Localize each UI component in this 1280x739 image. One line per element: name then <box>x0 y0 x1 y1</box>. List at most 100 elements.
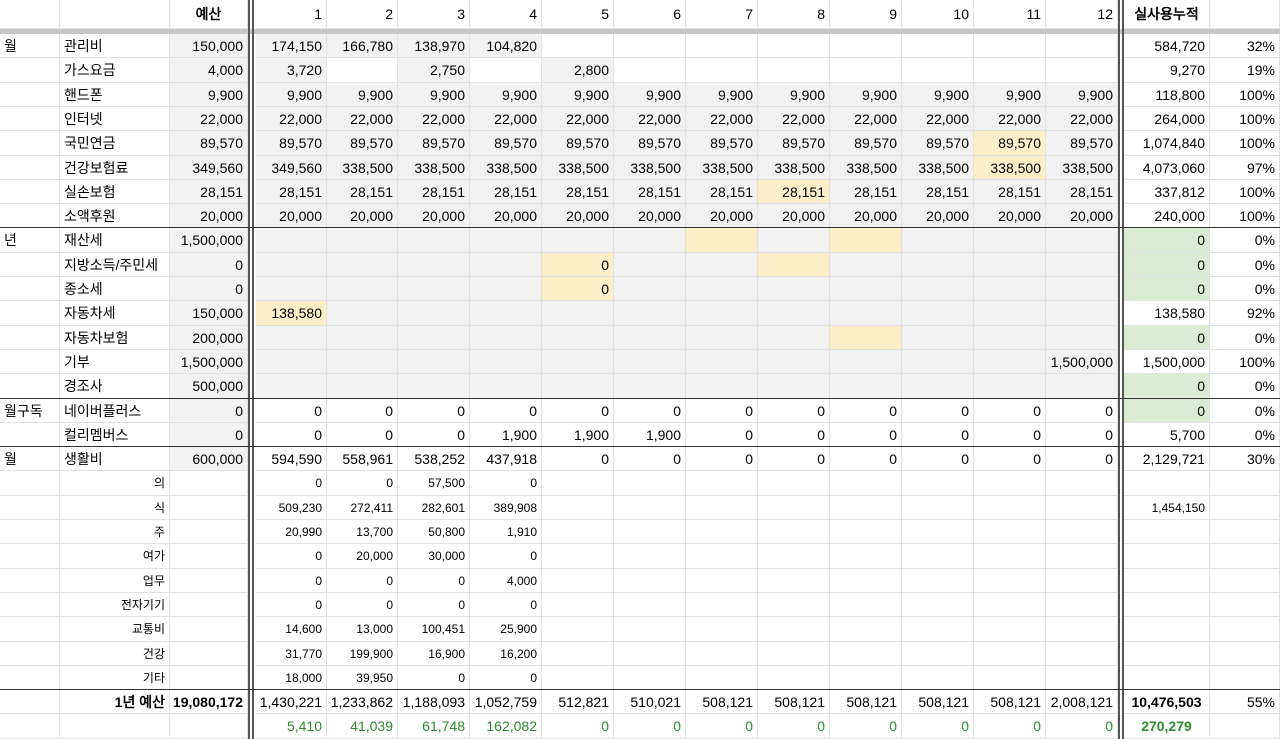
month-3-cell[interactable]: 61,748 <box>398 714 470 739</box>
month-11-cell[interactable] <box>974 277 1046 301</box>
month-9-cell[interactable] <box>830 666 902 690</box>
month-1-cell[interactable]: 28,151 <box>256 180 327 204</box>
month-4-cell[interactable]: 89,570 <box>470 131 542 156</box>
header-blank-label[interactable] <box>60 0 170 29</box>
item-label[interactable]: 업무 <box>60 569 170 593</box>
percent-cell[interactable] <box>1210 593 1280 617</box>
category-cell[interactable]: 월 <box>0 34 60 58</box>
total-cell[interactable]: 337,812 <box>1124 180 1210 204</box>
month-11-cell[interactable] <box>974 593 1046 617</box>
month-2-cell[interactable]: 28,151 <box>327 180 398 204</box>
month-11-cell[interactable]: 20,000 <box>974 204 1046 228</box>
item-label[interactable]: 여가 <box>60 544 170 569</box>
budget-cell[interactable] <box>170 496 248 520</box>
month-3-cell[interactable]: 50,800 <box>398 520 470 544</box>
total-cell[interactable] <box>1124 569 1210 593</box>
month-10-cell[interactable]: 0 <box>902 447 974 471</box>
budget-cell[interactable]: 0 <box>170 253 248 277</box>
item-label[interactable]: 의 <box>60 471 170 496</box>
header-total[interactable]: 실사용누적 <box>1124 0 1210 29</box>
month-6-cell[interactable]: 510,021 <box>614 690 686 714</box>
month-8-cell[interactable]: 508,121 <box>758 690 830 714</box>
month-9-cell[interactable] <box>830 58 902 83</box>
month-11-cell[interactable] <box>974 301 1046 326</box>
month-2-cell[interactable]: 22,000 <box>327 107 398 131</box>
month-11-cell[interactable]: 0 <box>974 447 1046 471</box>
total-cell[interactable]: 0 <box>1124 399 1210 423</box>
month-10-cell[interactable]: 22,000 <box>902 107 974 131</box>
month-9-cell[interactable]: 28,151 <box>830 180 902 204</box>
month-7-cell[interactable] <box>686 58 758 83</box>
month-12-cell[interactable] <box>1046 617 1118 642</box>
category-cell[interactable] <box>0 83 60 107</box>
percent-cell[interactable] <box>1210 714 1280 739</box>
month-11-cell[interactable]: 89,570 <box>974 131 1046 156</box>
month-5-cell[interactable] <box>542 544 614 569</box>
month-12-cell[interactable] <box>1046 58 1118 83</box>
month-4-cell[interactable]: 389,908 <box>470 496 542 520</box>
category-cell[interactable] <box>0 326 60 350</box>
total-cell[interactable]: 10,476,503 <box>1124 690 1210 714</box>
month-3-cell[interactable] <box>398 374 470 399</box>
month-10-cell[interactable] <box>902 593 974 617</box>
month-8-cell[interactable]: 0 <box>758 399 830 423</box>
total-cell[interactable]: 118,800 <box>1124 83 1210 107</box>
month-3-cell[interactable]: 338,500 <box>398 156 470 180</box>
month-1-cell[interactable]: 31,770 <box>256 642 327 666</box>
month-7-cell[interactable]: 20,000 <box>686 204 758 228</box>
budget-cell[interactable] <box>170 544 248 569</box>
header-month-11[interactable]: 11 <box>974 0 1046 29</box>
month-8-cell[interactable] <box>758 374 830 399</box>
month-8-cell[interactable] <box>758 277 830 301</box>
budget-cell[interactable]: 19,080,172 <box>170 690 248 714</box>
month-9-cell[interactable] <box>830 544 902 569</box>
month-7-cell[interactable]: 89,570 <box>686 131 758 156</box>
month-5-cell[interactable]: 0 <box>542 714 614 739</box>
month-2-cell[interactable]: 20,000 <box>327 544 398 569</box>
budget-cell[interactable]: 600,000 <box>170 447 248 471</box>
month-9-cell[interactable] <box>830 228 902 253</box>
item-label[interactable]: 실손보험 <box>60 180 170 204</box>
total-cell[interactable]: 138,580 <box>1124 301 1210 326</box>
month-5-cell[interactable] <box>542 471 614 496</box>
month-5-cell[interactable] <box>542 301 614 326</box>
total-cell[interactable] <box>1124 617 1210 642</box>
month-6-cell[interactable] <box>614 642 686 666</box>
month-12-cell[interactable]: 0 <box>1046 447 1118 471</box>
month-8-cell[interactable]: 338,500 <box>758 156 830 180</box>
budget-cell[interactable] <box>170 569 248 593</box>
month-10-cell[interactable] <box>902 569 974 593</box>
month-3-cell[interactable]: 0 <box>398 593 470 617</box>
month-4-cell[interactable]: 0 <box>470 544 542 569</box>
total-cell[interactable] <box>1124 471 1210 496</box>
month-8-cell[interactable] <box>758 301 830 326</box>
month-10-cell[interactable] <box>902 642 974 666</box>
header-month-12[interactable]: 12 <box>1046 0 1118 29</box>
month-1-cell[interactable]: 22,000 <box>256 107 327 131</box>
month-2-cell[interactable]: 558,961 <box>327 447 398 471</box>
month-5-cell[interactable] <box>542 374 614 399</box>
percent-cell[interactable]: 32% <box>1210 34 1280 58</box>
budget-cell[interactable]: 500,000 <box>170 374 248 399</box>
total-cell[interactable] <box>1124 544 1210 569</box>
category-cell[interactable] <box>0 714 60 739</box>
month-7-cell[interactable]: 9,900 <box>686 83 758 107</box>
month-8-cell[interactable] <box>758 58 830 83</box>
month-10-cell[interactable] <box>902 253 974 277</box>
month-7-cell[interactable] <box>686 593 758 617</box>
total-cell[interactable]: 0 <box>1124 253 1210 277</box>
month-1-cell[interactable]: 0 <box>256 399 327 423</box>
month-1-cell[interactable]: 9,900 <box>256 83 327 107</box>
month-9-cell[interactable] <box>830 520 902 544</box>
header-month-10[interactable]: 10 <box>902 0 974 29</box>
month-11-cell[interactable]: 508,121 <box>974 690 1046 714</box>
month-10-cell[interactable] <box>902 617 974 642</box>
month-11-cell[interactable] <box>974 569 1046 593</box>
month-10-cell[interactable] <box>902 301 974 326</box>
budget-cell[interactable]: 22,000 <box>170 107 248 131</box>
month-11-cell[interactable]: 0 <box>974 399 1046 423</box>
month-1-cell[interactable]: 138,580 <box>256 301 327 326</box>
month-2-cell[interactable]: 13,700 <box>327 520 398 544</box>
percent-cell[interactable] <box>1210 471 1280 496</box>
month-3-cell[interactable]: 9,900 <box>398 83 470 107</box>
